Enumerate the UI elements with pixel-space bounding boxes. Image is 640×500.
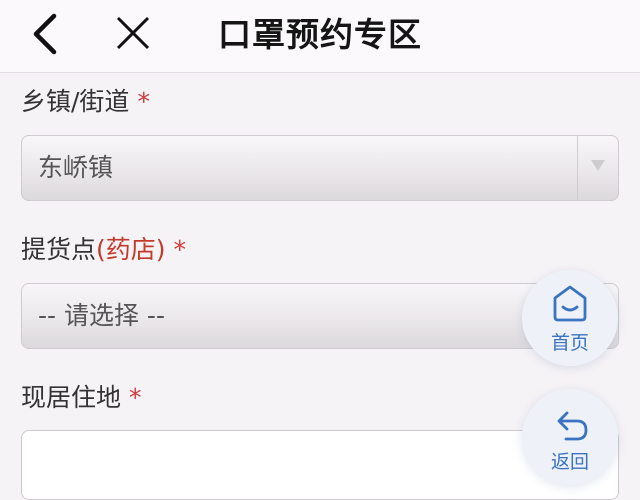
residence-label-text: 现居住地: [21, 383, 122, 412]
page-title: 口罩预约专区: [218, 15, 422, 54]
required-mark: *: [137, 87, 150, 116]
residence-field-label: 现居住地 *: [21, 381, 142, 415]
street-select-value: 东峤镇: [38, 153, 114, 182]
pickup-label-text: 提货点: [21, 235, 97, 264]
back-float-button[interactable]: 返回: [522, 389, 618, 485]
home-icon: [553, 285, 587, 322]
chevron-down-icon: [591, 160, 605, 171]
return-arrow-icon: [557, 411, 588, 441]
home-float-button[interactable]: 首页: [522, 270, 618, 366]
chevron-left-icon[interactable]: [24, 12, 68, 56]
back-label: 返回: [550, 451, 589, 473]
pickup-label-highlight: (药店): [96, 235, 166, 264]
required-mark: *: [129, 383, 142, 412]
street-field-label: 乡镇/街道 *: [21, 85, 150, 119]
pickup-field-label: 提货点(药店) *: [21, 233, 186, 267]
select-arrow-area: [577, 136, 618, 200]
pickup-select-value: -- 请选择 --: [38, 301, 165, 330]
close-icon[interactable]: [110, 12, 154, 56]
home-label: 首页: [550, 332, 589, 354]
required-mark: *: [173, 235, 187, 264]
street-label-text: 乡镇/街道: [21, 87, 130, 116]
street-select[interactable]: 东峤镇: [21, 135, 619, 201]
top-nav-bar: 口罩预约专区: [0, 0, 640, 73]
